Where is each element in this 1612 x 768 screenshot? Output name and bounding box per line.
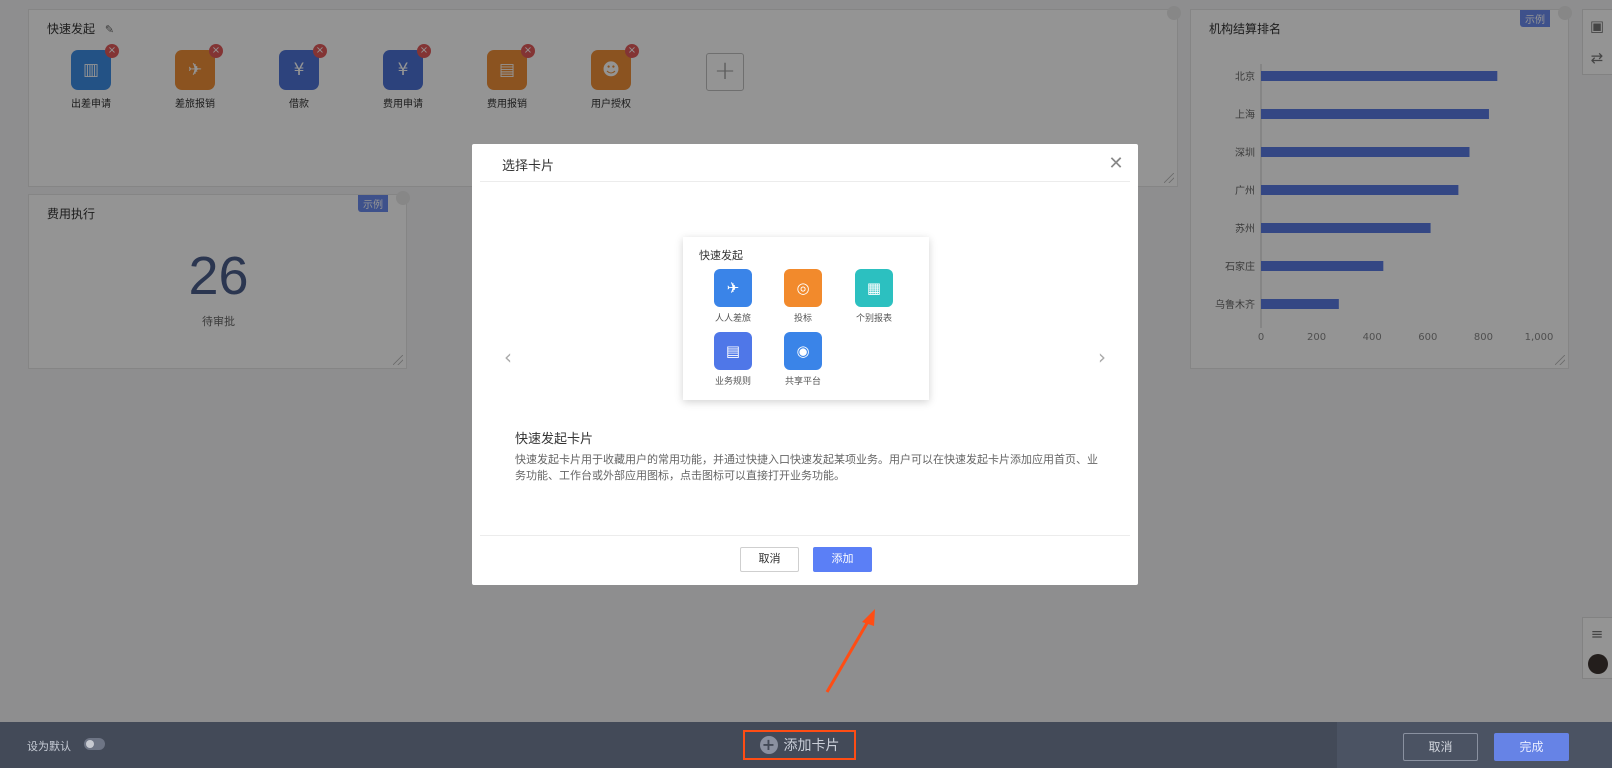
preview-item: ▤ 业务规则 <box>697 332 769 387</box>
share-platform-icon: ◉ <box>784 332 822 370</box>
close-icon[interactable]: ✕ <box>1108 155 1124 173</box>
preview-item-label: 投标 <box>793 314 812 324</box>
preview-item: ▦ 个别报表 <box>838 269 910 324</box>
add-card-button[interactable]: + 添加卡片 <box>743 730 856 760</box>
bottom-bar: 设为默认 + 添加卡片 取消 完成 <box>0 722 1612 768</box>
plus-circle-icon: + <box>759 736 778 754</box>
card-preview[interactable]: 快速发起 ✈ 人人差旅 ◎ 投标 ▦ 个别报表 ▤ 业务规则 ◉ 共享平台 <box>683 237 929 400</box>
preview-item-label: 共享平台 <box>784 377 821 387</box>
book-icon: ▤ <box>714 332 752 370</box>
done-button[interactable]: 完成 <box>1494 733 1569 761</box>
preview-item-label: 人人差旅 <box>714 314 751 324</box>
add-card-label: 添加卡片 <box>783 738 840 754</box>
select-card-dialog: 选择卡片 ✕ ‹ › 快速发起 ✈ 人人差旅 ◎ 投标 ▦ 个别报表 ▤ 业务规则 ◉ 共享平台 … <box>472 144 1138 585</box>
add-button[interactable]: 添加 <box>813 547 872 572</box>
cancel-button[interactable]: 取消 <box>740 547 799 572</box>
chevron-left-icon[interactable]: ‹ <box>498 347 518 367</box>
preview-item: ✈ 人人差旅 <box>697 269 769 324</box>
bottom-cancel-button[interactable]: 取消 <box>1403 733 1478 761</box>
preview-item: ◎ 投标 <box>767 269 839 324</box>
chevron-right-icon[interactable]: › <box>1092 347 1112 367</box>
travel-icon: ✈ <box>714 269 752 307</box>
card-description-title: 快速发起卡片 <box>515 432 594 447</box>
preview-item-label: 业务规则 <box>714 377 751 387</box>
dialog-title: 选择卡片 <box>502 159 555 174</box>
card-description-text: 快速发起卡片用于收藏用户的常用功能，并通过快捷入口快速发起某项业务。用户可以在快… <box>515 453 1098 482</box>
bottom-bar-actions: 取消 完成 <box>1337 722 1612 768</box>
dialog-header-divider <box>480 181 1130 182</box>
preview-item: ◉ 共享平台 <box>767 332 839 387</box>
preview-item-label: 个别报表 <box>855 314 892 324</box>
dialog-footer-divider <box>480 535 1130 536</box>
target-icon: ◎ <box>784 269 822 307</box>
set-default-label: 设为默认 <box>27 740 71 753</box>
preview-title: 快速发起 <box>699 249 743 262</box>
report-icon: ▦ <box>855 269 893 307</box>
set-default-toggle[interactable] <box>84 738 105 750</box>
